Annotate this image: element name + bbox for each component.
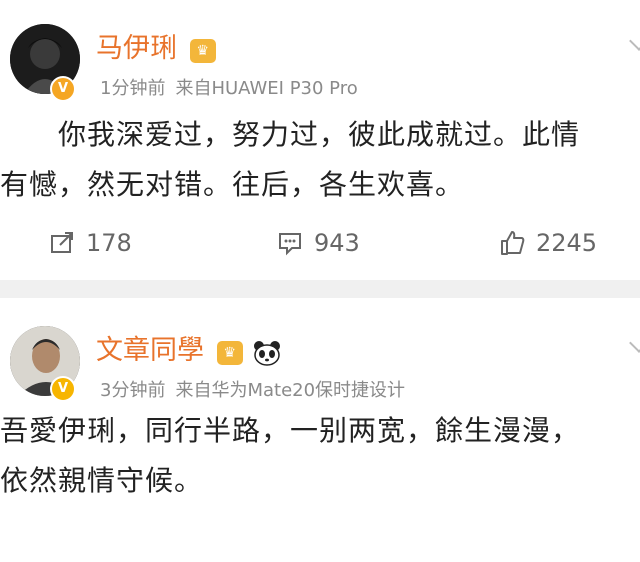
comment-button[interactable]: 943 bbox=[276, 228, 360, 258]
panda-icon bbox=[254, 340, 281, 366]
post-text-line: 有憾，然无对错。往后，各生欢喜。 bbox=[0, 168, 465, 201]
action-bar: 178 943 2245 bbox=[0, 220, 640, 268]
post-divider bbox=[0, 280, 640, 298]
post-meta: 1分钟前 来自HUAWEI P30 Pro bbox=[100, 74, 358, 100]
post-text: 吾愛伊琍，同行半路，一别两宽，餘生漫漫， 依然親情守候。 bbox=[0, 406, 580, 506]
post-meta: 3分钟前 来自华为Mate20保时捷设计 bbox=[100, 376, 405, 402]
weibo-post-2: V 文章同學 ♛ 3分钟前 来自华为Mate20保时捷设计 吾愛伊琍，同行半路，一… bbox=[0, 298, 640, 562]
repost-icon bbox=[51, 232, 73, 253]
post-text-line: 你我深爱过，努力过，彼此成就过。此情 bbox=[58, 118, 581, 151]
comment-count: 943 bbox=[314, 229, 360, 257]
post-source: 来自HUAWEI P30 Pro bbox=[175, 78, 358, 99]
username[interactable]: 马伊琍 ♛ bbox=[96, 26, 216, 65]
repost-button[interactable]: 178 bbox=[48, 228, 132, 258]
like-icon bbox=[501, 231, 525, 255]
repost-count: 178 bbox=[86, 229, 132, 257]
crown-badge-icon: ♛ bbox=[216, 340, 243, 365]
like-button[interactable]: 2245 bbox=[498, 228, 597, 258]
username-text: 马伊琍 bbox=[96, 33, 177, 64]
crown-badge-icon: ♛ bbox=[189, 38, 216, 63]
post-text-line: 依然親情守候。 bbox=[0, 464, 204, 497]
chevron-down-icon[interactable] bbox=[629, 333, 640, 353]
comment-icon bbox=[279, 233, 301, 256]
verified-badge: V bbox=[50, 76, 76, 102]
post-text-line: 吾愛伊琍，同行半路，一别两宽，餘生漫漫， bbox=[0, 414, 581, 447]
post-source: 来自华为Mate20保时捷设计 bbox=[175, 380, 406, 401]
weibo-post-1: V 马伊琍 ♛ 1分钟前 来自HUAWEI P30 Pro 你我深爱过，努力过，彼… bbox=[0, 0, 640, 280]
user-badges: ♛ bbox=[189, 34, 216, 65]
post-text: 你我深爱过，努力过，彼此成就过。此情 有憾，然无对错。往后，各生欢喜。 bbox=[0, 110, 580, 210]
verified-badge: V bbox=[50, 376, 76, 402]
username-text: 文章同學 bbox=[96, 335, 204, 366]
post-time: 1分钟前 bbox=[100, 78, 166, 99]
chevron-down-icon[interactable] bbox=[629, 31, 640, 51]
like-count: 2245 bbox=[536, 229, 598, 257]
user-badges: ♛ bbox=[216, 336, 282, 367]
username[interactable]: 文章同學 ♛ bbox=[96, 328, 281, 367]
post-time: 3分钟前 bbox=[100, 380, 166, 401]
